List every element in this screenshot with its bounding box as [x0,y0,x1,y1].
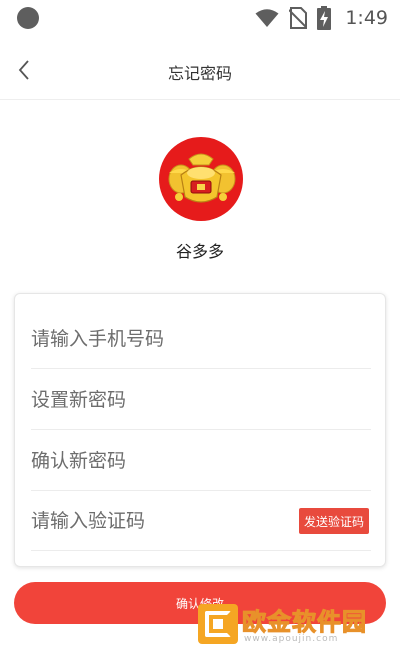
watermark-logo-icon [198,604,238,644]
status-icons: 1:49 [255,6,388,30]
page-title: 忘记密码 [167,64,232,83]
phone-row [31,309,371,369]
confirm-password-input[interactable] [31,431,371,490]
forgot-password-screen: 1:49 忘记密码 谷多多 请输入手机号码 请输入验证码 发送验证码 欧金软件园… [0,0,400,650]
new-password-input[interactable] [31,370,371,429]
verification-code-row: 发送验证码 [31,491,371,551]
confirm-password-row [31,431,371,491]
header-divider [0,99,400,100]
app-header: 忘记密码 [0,46,400,96]
new-password-row [31,370,371,430]
phone-input[interactable] [31,309,371,368]
status-time: 1:49 [345,7,388,29]
status-indicator-icon [17,7,39,29]
send-code-button[interactable]: 发送验证码 [299,508,369,534]
app-name: 谷多多 [175,242,224,261]
gold-ingot-logo-icon [168,153,236,203]
watermark: 欧金软件园 www.apoujin.com [198,604,394,648]
verification-code-input[interactable] [31,491,281,550]
status-bar: 1:49 [0,0,400,36]
battery-charging-icon [317,6,332,30]
watermark-url: www.apoujin.com [244,634,339,644]
wifi-icon [255,9,279,27]
app-logo [159,137,243,221]
watermark-title: 欧金软件园 [242,608,367,637]
no-sim-icon [289,7,308,29]
reset-password-form: 发送验证码 [14,293,386,567]
